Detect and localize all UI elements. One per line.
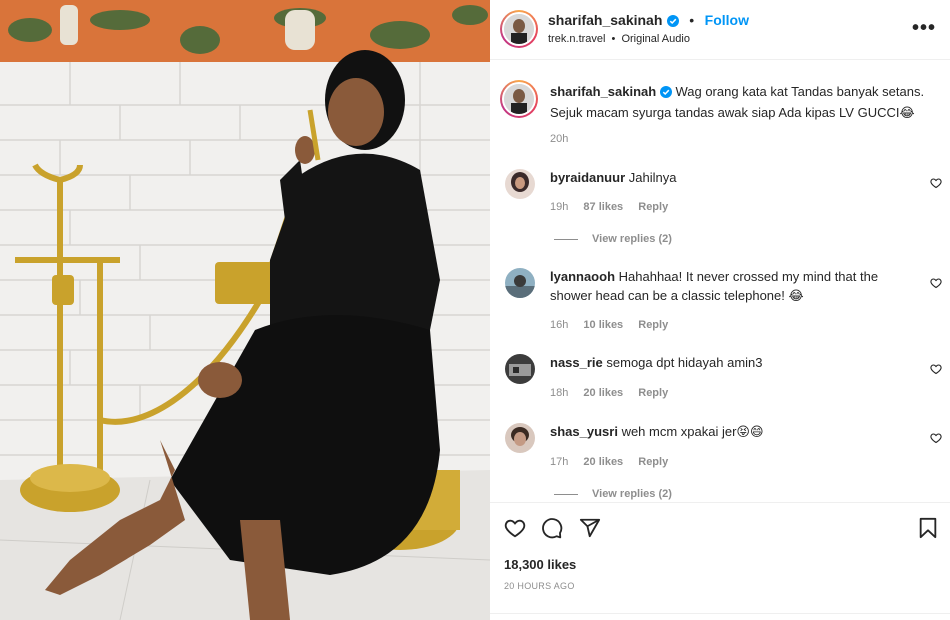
caption-avatar[interactable] <box>500 80 538 118</box>
comment-likes[interactable]: 10 likes <box>583 319 623 331</box>
likes-count[interactable]: 18,300 likes <box>504 557 576 572</box>
comment-body: weh mcm xpakai jer😝😄 <box>621 424 764 439</box>
comment-time: 19h <box>550 201 569 213</box>
separator-dot: • <box>689 12 695 28</box>
caption-username[interactable]: sharifah_sakinah <box>550 84 656 99</box>
post-photo <box>0 0 490 620</box>
post-media[interactable] <box>0 0 490 620</box>
avatar[interactable] <box>505 423 535 453</box>
comment-meta: 18h 20 likes Reply <box>550 387 680 399</box>
comment-text: nass_rie semoga dpt hidayah amin3 <box>550 353 910 372</box>
view-replies-line <box>554 493 578 495</box>
comment-likes[interactable]: 20 likes <box>583 456 623 468</box>
reply-button[interactable]: Reply <box>638 201 668 213</box>
comment-body: semoga dpt hidayah amin3 <box>606 355 763 370</box>
avatar[interactable] <box>505 268 535 298</box>
add-comment-bar[interactable] <box>490 613 950 620</box>
location-link[interactable]: trek.n.travel <box>548 33 605 45</box>
caption-text: sharifah_sakinah Wag orang kata kat Tand… <box>550 82 940 122</box>
comment-meta: 17h 20 likes Reply <box>550 456 680 468</box>
view-replies-label: View replies (2) <box>592 488 672 500</box>
more-options-icon[interactable]: ••• <box>912 18 936 38</box>
comment-likes[interactable]: 20 likes <box>583 387 623 399</box>
comment-text: shas_yusri weh mcm xpakai jer😝😄 <box>550 422 910 441</box>
avatar-image <box>504 84 534 114</box>
comment-time: 17h <box>550 456 569 468</box>
header-subline: trek.n.travel • Original Audio <box>548 33 690 45</box>
view-replies-label: View replies (2) <box>592 233 672 245</box>
comment-time: 16h <box>550 319 569 331</box>
heart-icon[interactable] <box>504 517 526 544</box>
comment-meta: 16h 10 likes Reply <box>550 319 680 331</box>
comments-list[interactable]: sharifah_sakinah Wag orang kata kat Tand… <box>490 60 950 502</box>
reply-button[interactable]: Reply <box>638 456 668 468</box>
follow-button[interactable]: Follow <box>705 12 749 28</box>
comment-like-icon[interactable] <box>930 276 942 294</box>
caption-time: 20h <box>550 133 569 145</box>
comment-text: byraidanuur Jahilnya <box>550 168 910 187</box>
username-link[interactable]: sharifah_sakinah <box>548 12 662 28</box>
view-replies-line <box>554 238 578 240</box>
comment-username[interactable]: lyannaooh <box>550 269 615 284</box>
post-actions: 18,300 likes 20 HOURS AGO <box>490 502 950 620</box>
header-name-row: sharifah_sakinah • Follow <box>548 12 749 32</box>
comment-like-icon[interactable] <box>930 362 942 380</box>
comment-meta: 19h 87 likes Reply <box>550 201 680 213</box>
comment-username[interactable]: nass_rie <box>550 355 603 370</box>
comment-body: Jahilnya <box>628 170 677 185</box>
comment-like-icon[interactable] <box>930 176 942 194</box>
bookmark-icon[interactable] <box>918 517 938 544</box>
comment-body: Hahahhaa! It never crossed my mind that … <box>618 269 879 284</box>
comment-body-line-2: shower head can be a classic telephone! … <box>550 288 804 303</box>
view-replies-button[interactable]: View replies (2) <box>554 233 672 245</box>
separator-dot: • <box>611 33 616 45</box>
reply-button[interactable]: Reply <box>638 387 668 399</box>
reply-button[interactable]: Reply <box>638 319 668 331</box>
comment-like-icon[interactable] <box>930 431 942 449</box>
view-replies-button[interactable]: View replies (2) <box>554 488 672 500</box>
comment-icon[interactable] <box>541 517 563 544</box>
caption-line-1: Wag orang kata kat Tandas banyak setans. <box>675 84 925 99</box>
post-header: sharifah_sakinah • Follow trek.n.travel … <box>490 0 950 60</box>
avatar[interactable] <box>500 10 538 48</box>
audio-link[interactable]: Original Audio <box>621 33 690 45</box>
post-panel: sharifah_sakinah • Follow trek.n.travel … <box>490 0 950 620</box>
verified-badge-icon <box>659 84 672 103</box>
comment-username[interactable]: byraidanuur <box>550 170 625 185</box>
avatar[interactable] <box>505 354 535 384</box>
share-icon[interactable] <box>579 517 601 544</box>
comment-time: 18h <box>550 387 569 399</box>
verified-badge-icon <box>666 14 679 32</box>
comment-username[interactable]: shas_yusri <box>550 424 618 439</box>
avatar[interactable] <box>505 169 535 199</box>
comment-text: lyannaooh Hahahhaa! It never crossed my … <box>550 267 920 305</box>
post-timestamp: 20 HOURS AGO <box>504 581 575 591</box>
caption-line-2: Sejuk macam syurga tandas awak siap Ada … <box>550 105 915 120</box>
comment-likes[interactable]: 87 likes <box>583 201 623 213</box>
avatar-image <box>504 14 534 44</box>
